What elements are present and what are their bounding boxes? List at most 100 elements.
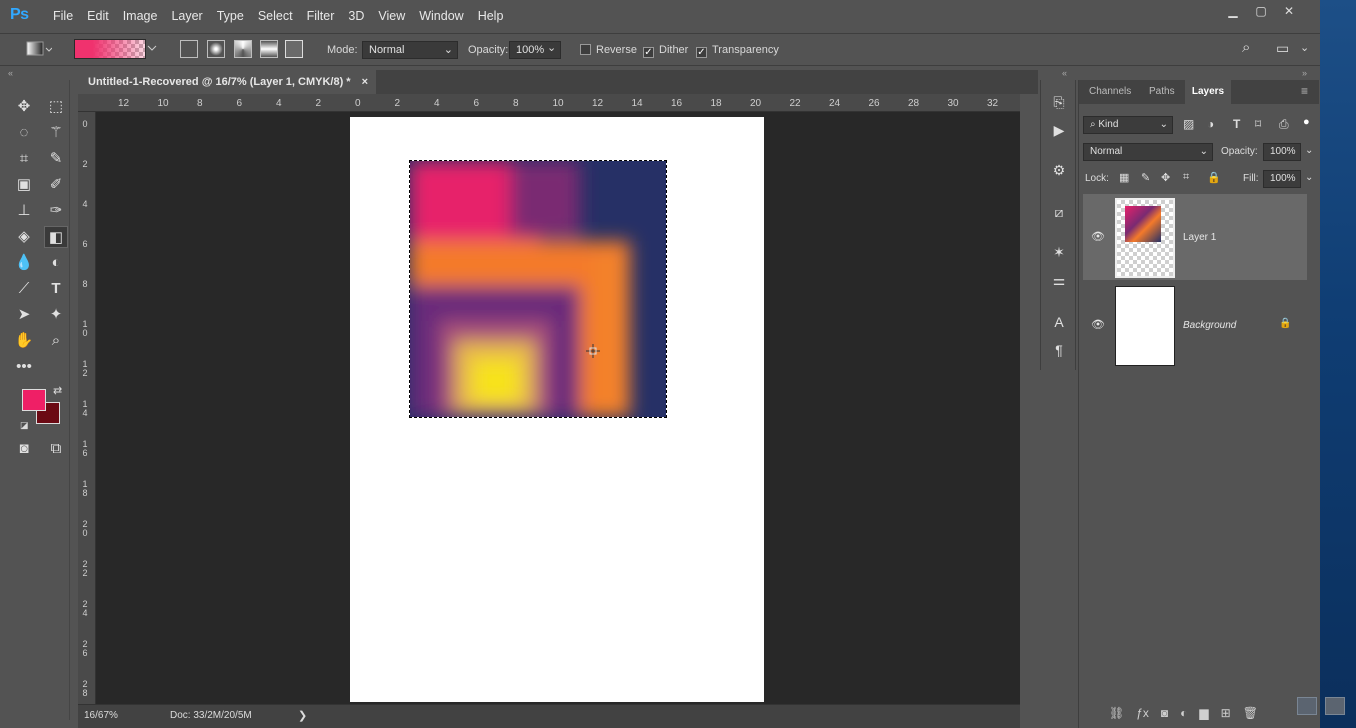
eyedropper-tool-icon[interactable]: ✎ (44, 148, 68, 170)
lock-all-icon[interactable]: 🔒 (1207, 171, 1221, 184)
close-icon[interactable]: ✕ (1280, 4, 1298, 18)
lock-transparent-icon[interactable]: ▦ (1119, 171, 1129, 184)
move-tool-icon[interactable]: ✥ (12, 96, 36, 118)
history-panel-icon[interactable]: ⎘ (1049, 92, 1069, 112)
brush-settings-icon[interactable]: ⚌ (1049, 270, 1069, 290)
panel-menu-icon[interactable]: ≡ (1301, 84, 1308, 98)
collapse-toolbox-icon[interactable]: « (8, 68, 13, 78)
layer-opacity-field[interactable]: 100% (1263, 143, 1301, 161)
new-adjustment-layer-icon[interactable]: ◐ (1180, 706, 1187, 720)
magic-wand-tool-icon[interactable]: ⚚ (44, 122, 68, 144)
status-menu-arrow-icon[interactable]: ❯ (298, 709, 307, 722)
pause-icon[interactable] (1297, 697, 1317, 715)
new-group-icon[interactable]: ▆ (1199, 706, 1208, 720)
layer-style-icon[interactable]: ƒx (1136, 706, 1149, 720)
foreground-color-swatch[interactable] (22, 389, 46, 411)
gradient-dropdown-chevron-icon[interactable] (147, 42, 157, 58)
default-colors-icon[interactable]: ◪ (20, 420, 29, 431)
reflected-gradient-button[interactable] (260, 40, 278, 58)
path-select-tool-icon[interactable]: ➤ (12, 304, 36, 326)
zoom-readout[interactable]: 16/67% (84, 710, 118, 721)
lock-position-icon[interactable]: ✥ (1161, 171, 1170, 184)
opacity-chevron-icon[interactable]: ⌄ (1305, 145, 1313, 156)
lock-pixels-icon[interactable]: ✎ (1141, 171, 1150, 184)
menu-type[interactable]: Type (210, 8, 251, 24)
dither-checkbox[interactable]: ✓ (643, 47, 654, 58)
actions-panel-icon[interactable]: ▶ (1049, 120, 1069, 140)
type-tool-icon[interactable]: T (44, 278, 68, 300)
search-icon[interactable]: ⌕ (1242, 40, 1250, 56)
dither-option[interactable]: ✓ Dither (643, 42, 688, 58)
workspace-icon[interactable]: ▭ (1276, 40, 1289, 56)
close-tab-icon[interactable]: × (362, 70, 368, 94)
swap-colors-icon[interactable]: ⇄ (53, 384, 62, 397)
ruler-vertical[interactable]: 0 2 4 6 8 1 0 1 2 1 4 1 6 1 8 2 0 2 2 2 4 2 6 2 8 (78, 112, 96, 704)
collapse-dock-icon[interactable]: « (1062, 68, 1067, 78)
add-mask-icon[interactable]: ◙ (1161, 706, 1168, 720)
reverse-checkbox[interactable] (580, 44, 591, 55)
menu-filter[interactable]: Filter (300, 8, 342, 24)
fill-field[interactable]: 100% (1263, 170, 1301, 188)
crop-tool-icon[interactable]: ⌗ (12, 148, 36, 170)
adjustments-panel-icon[interactable]: ⧄ (1049, 202, 1069, 222)
tab-channels[interactable]: Channels (1089, 86, 1131, 97)
brushes-panel-icon[interactable]: ✶ (1049, 242, 1069, 262)
layer-lock-icon[interactable]: 🔒 (1279, 318, 1291, 329)
menu-select[interactable]: Select (251, 8, 300, 24)
pen-tool-icon[interactable]: ⟋ (12, 278, 36, 300)
document-tab[interactable]: Untitled-1-Recovered @ 16/7% (Layer 1, C… (78, 70, 376, 94)
new-layer-icon[interactable]: ⊞ (1221, 706, 1231, 720)
filter-smart-object-icon[interactable]: ⎙ (1279, 117, 1289, 132)
link-layers-icon[interactable]: ⛓ (1109, 706, 1124, 720)
hand-tool-icon[interactable]: ✋ (12, 330, 36, 352)
filter-shape-icon[interactable]: ⌑ (1255, 117, 1261, 131)
fill-chevron-icon[interactable]: ⌄ (1305, 172, 1313, 183)
stamp-tool-icon[interactable]: ⊥ (12, 200, 36, 222)
layer-row-background[interactable]: 👁 Background 🔒 (1083, 282, 1303, 368)
menu-image[interactable]: Image (116, 8, 165, 24)
history-brush-tool-icon[interactable]: ✑ (44, 200, 68, 222)
restore-icon[interactable]: ▢ (1252, 4, 1270, 18)
frame-tool-icon[interactable]: ▣ (12, 174, 36, 196)
filter-kind-select[interactable]: ⌕ Kind ⌄ (1083, 116, 1173, 134)
layer-name[interactable]: Background (1183, 320, 1236, 331)
dodge-tool-icon[interactable]: ◐ (44, 252, 68, 274)
gradient-tool-preset-icon[interactable] (26, 40, 53, 63)
filter-pixel-icon[interactable]: ▨ (1183, 117, 1194, 131)
screen-icon[interactable] (1325, 697, 1345, 715)
shape-tool-icon[interactable]: ✦ (44, 304, 68, 326)
transparency-option[interactable]: ✓ Transparency (696, 42, 779, 58)
layer-row-layer-1[interactable]: 👁 Layer 1 (1083, 194, 1307, 280)
angle-gradient-button[interactable] (234, 40, 252, 58)
menu-help[interactable]: Help (471, 8, 511, 24)
minimize-icon[interactable]: ▁ (1224, 4, 1242, 18)
gradient-tool-icon[interactable]: ◧ (44, 226, 68, 248)
filter-type-icon[interactable]: T (1233, 117, 1240, 131)
mode-select[interactable]: Normal ⌄ (362, 41, 458, 59)
brush-tool-icon[interactable]: ✐ (44, 174, 68, 196)
more-tools-icon[interactable]: ••• (12, 356, 36, 378)
reverse-option[interactable]: Reverse (580, 42, 637, 58)
tab-layers[interactable]: Layers (1185, 80, 1231, 104)
paragraph-panel-icon[interactable]: ¶ (1049, 340, 1069, 360)
quick-mask-icon[interactable]: ◙ (12, 438, 36, 460)
lasso-tool-icon[interactable]: ◌ (12, 122, 36, 144)
filter-adjustment-icon[interactable]: ◑ (1207, 117, 1214, 131)
layer-name[interactable]: Layer 1 (1183, 232, 1216, 243)
diamond-gradient-button[interactable] (285, 40, 303, 58)
menu-file[interactable]: File (46, 8, 80, 24)
menu-3d[interactable]: 3D (341, 8, 371, 24)
visibility-eye-icon[interactable]: 👁 (1091, 318, 1105, 331)
menu-view[interactable]: View (371, 8, 412, 24)
blur-tool-icon[interactable]: 💧 (12, 252, 36, 274)
delete-layer-icon[interactable]: 🗑 (1243, 706, 1258, 720)
linear-gradient-button[interactable] (180, 40, 198, 58)
properties-panel-icon[interactable]: ⚙ (1049, 160, 1069, 180)
transparency-checkbox[interactable]: ✓ (696, 47, 707, 58)
visibility-eye-icon[interactable]: 👁 (1091, 230, 1105, 243)
blend-mode-select[interactable]: Normal ⌄ (1083, 143, 1213, 161)
ruler-horizontal[interactable]: 12 10 8 6 4 2 0 2 4 6 8 10 12 14 16 18 20 22 24 26 28 30 32 (78, 94, 1020, 112)
radial-gradient-button[interactable] (207, 40, 225, 58)
filter-toggle-icon[interactable]: ● (1303, 116, 1310, 128)
expand-panels-icon[interactable]: » (1302, 68, 1307, 78)
